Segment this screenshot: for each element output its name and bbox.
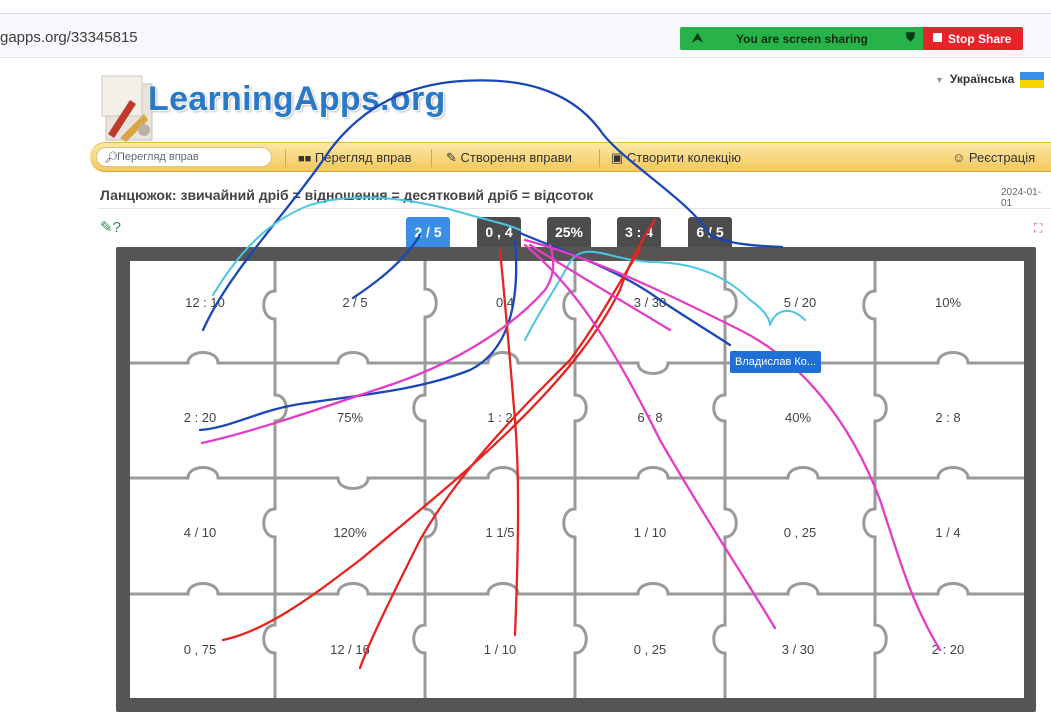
ink-stroke-blue (198, 238, 518, 432)
ink-stroke-red (498, 248, 520, 637)
ink-stroke-magenta (200, 243, 555, 445)
annotator-name-tag: Владислав Ко... (730, 351, 822, 373)
ink-stroke-magenta (523, 238, 942, 652)
annotation-overlay (198, 79, 942, 670)
ink-stroke-cyan (212, 196, 521, 296)
screen: gapps.org/33345815 ⮝ You are screen shar… (0, 0, 1051, 720)
ink-stroke-red (358, 248, 642, 670)
ink-stroke-blue (201, 79, 784, 332)
ink-stroke-magenta (523, 243, 777, 630)
ink-stroke-blue (351, 233, 422, 300)
